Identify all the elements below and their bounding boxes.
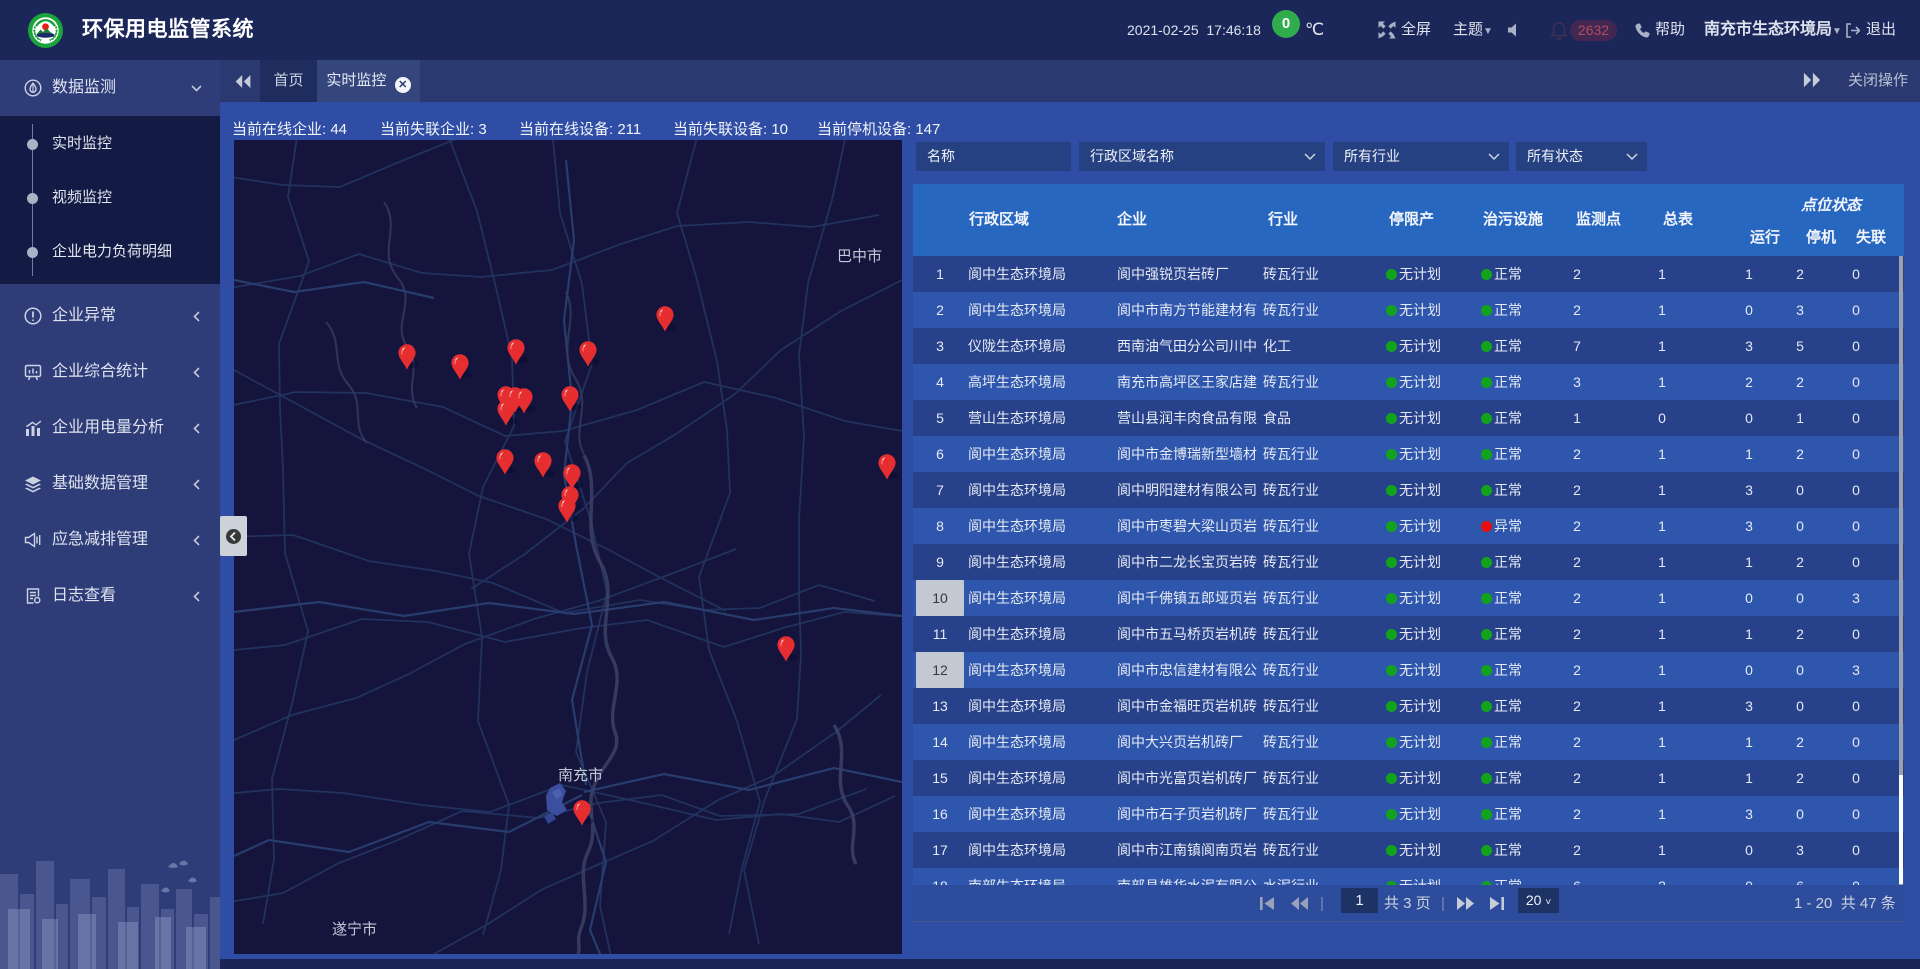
svg-text:巴中市: 巴中市 [837, 248, 882, 265]
svg-text:遂宁市: 遂宁市 [332, 921, 377, 938]
svg-text:南充市: 南充市 [558, 767, 603, 784]
